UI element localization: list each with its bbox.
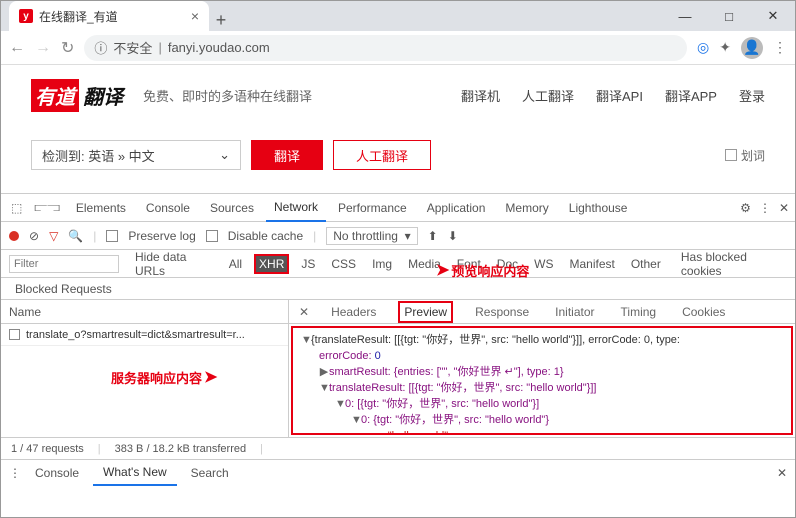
huaci-checkbox[interactable]: 划词 xyxy=(725,147,765,164)
drawer-search[interactable]: Search xyxy=(181,460,239,486)
filter-icon[interactable]: ▽ xyxy=(49,229,58,243)
nav-link[interactable]: 人工翻译 xyxy=(522,86,574,105)
tab-headers[interactable]: Headers xyxy=(327,303,380,321)
menu-icon[interactable]: ⋮ xyxy=(773,39,787,56)
devtools-panel: ⬚ ⫍⫎ Elements Console Sources Network Pe… xyxy=(1,193,795,485)
checkbox-icon xyxy=(725,149,737,161)
device-icon[interactable]: ⫍⫎ xyxy=(30,200,64,215)
filter-xhr[interactable]: XHR xyxy=(254,254,289,274)
request-detail: ✕ Headers Preview Response Initiator Tim… xyxy=(289,300,795,437)
inspect-icon[interactable]: ⬚ xyxy=(7,201,26,215)
filter-manifest[interactable]: Manifest xyxy=(565,255,618,273)
tab-initiator[interactable]: Initiator xyxy=(551,303,598,321)
favicon: y xyxy=(19,9,33,23)
nav-link[interactable]: 翻译机 xyxy=(461,86,500,105)
request-count: 1 / 47 requests xyxy=(11,443,84,455)
row-checkbox[interactable] xyxy=(9,329,20,340)
filter-other[interactable]: Other xyxy=(627,255,665,273)
filter-img[interactable]: Img xyxy=(368,255,396,273)
back-button[interactable]: ← xyxy=(9,39,25,57)
arrow-icon: ➤ xyxy=(436,260,449,280)
upload-icon[interactable]: ⬆ xyxy=(428,229,438,243)
drawer-whatsnew[interactable]: What's New xyxy=(93,460,177,486)
devtools-tabs: ⬚ ⫍⫎ Elements Console Sources Network Pe… xyxy=(1,194,795,222)
status-bar: 1 / 47 requests | 383 B / 18.2 kB transf… xyxy=(1,437,795,459)
clear-icon[interactable]: ⊘ xyxy=(29,229,39,243)
preview-pane[interactable]: ▼{translateResult: [[{tgt: "你好，世界", src:… xyxy=(291,326,793,435)
slogan: 免费、即时的多语种在线翻译 xyxy=(143,86,312,105)
tab-preview[interactable]: Preview xyxy=(398,301,453,323)
close-devtools-icon[interactable]: ✕ xyxy=(779,201,789,215)
preserve-log-checkbox[interactable] xyxy=(106,230,118,242)
blocked-requests-row: Blocked Requests xyxy=(1,278,795,300)
site-logo[interactable]: 有道 翻译 xyxy=(31,79,125,112)
download-icon[interactable]: ⬇ xyxy=(448,229,458,243)
tab-memory[interactable]: Memory xyxy=(497,194,556,222)
filter-input[interactable] xyxy=(9,255,119,273)
disable-cache-checkbox[interactable] xyxy=(206,230,218,242)
minimize-button[interactable]: — xyxy=(663,1,707,31)
filter-ws[interactable]: WS xyxy=(530,255,557,273)
page-content: 有道 翻译 免费、即时的多语种在线翻译 翻译机 人工翻译 翻译API 翻译APP… xyxy=(1,65,795,193)
avatar-icon[interactable]: 👤 xyxy=(741,37,763,59)
insecure-label: 不安全 xyxy=(113,38,152,57)
forward-button: → xyxy=(35,39,51,57)
browser-tab[interactable]: y 在线翻译_有道 × xyxy=(9,1,209,31)
tab-network[interactable]: Network xyxy=(266,194,326,222)
tab-response[interactable]: Response xyxy=(471,303,533,321)
transfer-size: 383 B / 18.2 kB transferred xyxy=(115,443,246,455)
request-row[interactable]: translate_o?smartresult=dict&smartresult… xyxy=(1,324,288,346)
tab-lighthouse[interactable]: Lighthouse xyxy=(561,194,636,222)
network-filter-row: Hide data URLs All XHR JS CSS Img Media … xyxy=(1,250,795,278)
chevron-down-icon: ⌄ xyxy=(219,147,230,163)
extension-icon[interactable]: ◎ xyxy=(697,39,709,56)
reload-button[interactable]: ↻ xyxy=(61,38,74,58)
drawer-menu-icon[interactable]: ⋮ xyxy=(9,466,21,480)
new-tab-button[interactable]: + xyxy=(209,10,233,31)
filter-all[interactable]: All xyxy=(225,255,246,273)
search-icon[interactable]: 🔍 xyxy=(68,229,83,243)
more-icon[interactable]: ⋮ xyxy=(759,201,771,215)
tab-cookies[interactable]: Cookies xyxy=(678,303,729,321)
name-header[interactable]: Name xyxy=(1,300,288,324)
puzzle-icon[interactable]: ✦ xyxy=(719,39,731,56)
url-text: fanyi.youdao.com xyxy=(168,40,270,55)
close-window-button[interactable]: ✕ xyxy=(751,1,795,31)
tab-elements[interactable]: Elements xyxy=(68,194,134,222)
arrow-icon: ➤ xyxy=(204,367,217,387)
request-list: Name translate_o?smartresult=dict&smartr… xyxy=(1,300,289,437)
tab-console[interactable]: Console xyxy=(138,194,198,222)
network-toolbar: ⊘ ▽ 🔍 | Preserve log Disable cache | No … xyxy=(1,222,795,250)
url-input[interactable]: ⓘ 不安全 | fanyi.youdao.com xyxy=(84,35,687,61)
drawer-tabs: ⋮ Console What's New Search ✕ xyxy=(1,459,795,485)
annotation-preview: ➤ 预览响应内容 xyxy=(436,260,529,280)
record-button[interactable] xyxy=(9,231,19,241)
nav-link[interactable]: 翻译API xyxy=(596,86,643,105)
gear-icon[interactable]: ⚙ xyxy=(740,201,751,215)
filter-js[interactable]: JS xyxy=(297,255,319,273)
maximize-button[interactable]: □ xyxy=(707,1,751,31)
tab-performance[interactable]: Performance xyxy=(330,194,415,222)
drawer-console[interactable]: Console xyxy=(25,460,89,486)
language-select[interactable]: 检测到: 英语 » 中文 ⌄ xyxy=(31,140,241,170)
tab-application[interactable]: Application xyxy=(419,194,494,222)
close-detail-icon[interactable]: ✕ xyxy=(299,305,309,319)
filter-css[interactable]: CSS xyxy=(327,255,360,273)
nav-links: 翻译机 人工翻译 翻译API 翻译APP 登录 xyxy=(461,86,765,105)
translate-button[interactable]: 翻译 xyxy=(251,140,323,170)
close-tab-icon[interactable]: × xyxy=(191,8,199,24)
nav-link[interactable]: 翻译APP xyxy=(665,86,717,105)
window-titlebar: y 在线翻译_有道 × + — □ ✕ xyxy=(1,1,795,31)
address-bar: ← → ↻ ⓘ 不安全 | fanyi.youdao.com ◎ ✦ 👤 ⋮ xyxy=(1,31,795,65)
tab-timing[interactable]: Timing xyxy=(617,303,661,321)
tab-sources[interactable]: Sources xyxy=(202,194,262,222)
tab-title: 在线翻译_有道 xyxy=(39,8,185,25)
throttling-select[interactable]: No throttling ▾ xyxy=(326,227,417,245)
close-drawer-icon[interactable]: ✕ xyxy=(777,466,787,480)
nav-link[interactable]: 登录 xyxy=(739,86,765,105)
info-icon[interactable]: ⓘ xyxy=(94,38,107,57)
human-translate-button[interactable]: 人工翻译 xyxy=(333,140,431,170)
